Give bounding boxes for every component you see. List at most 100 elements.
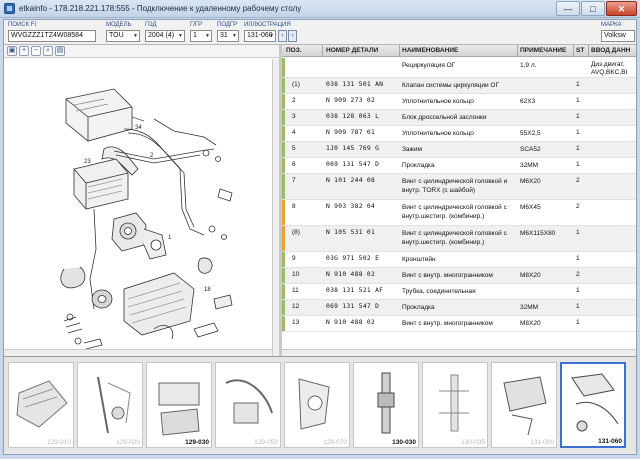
callout-1: 1	[168, 235, 172, 241]
prev-illustration-icon[interactable]: ‹	[278, 30, 287, 42]
table-row[interactable]: 12 069 131 547 D Прокладка 32MM 1	[282, 300, 636, 316]
thumbnail-130-030[interactable]: 130-030	[353, 362, 419, 448]
row-part-number: 038 131 501 AN	[326, 81, 384, 88]
row-st: 2	[576, 271, 580, 278]
group-select[interactable]: 1	[190, 30, 212, 42]
row-name: Уплотнительное кольцо	[402, 130, 474, 137]
thumbnail-129-050[interactable]: 129-050	[215, 362, 281, 448]
thumbnail-131-060[interactable]: 131-060	[560, 362, 626, 448]
illustration-toolbar: ▣ + − ⌕ ▤	[4, 45, 279, 58]
window-title: etkainfo - 178.218.221.178:555 - Подключ…	[19, 4, 302, 13]
zoom-in-icon[interactable]: +	[19, 46, 29, 56]
table-row[interactable]: 6 069 131 547 D Прокладка 32MM 1	[282, 158, 636, 174]
col-extra[interactable]: ВВОД ДАНН	[591, 47, 630, 54]
fit-icon[interactable]: ▣	[7, 46, 17, 56]
minimize-button[interactable]: —	[556, 1, 580, 16]
thumbnail-label: 129-030	[185, 439, 209, 446]
row-st: 1	[576, 161, 580, 168]
row-st: 1	[576, 319, 580, 326]
table-row[interactable]: 13 N 910 488 02 Винт с внутр. многогранник…	[282, 316, 636, 332]
row-pos: 7	[292, 177, 296, 184]
illustration-vertical-scrollbar[interactable]	[272, 59, 279, 356]
row-part-number: 038 128 063 L	[326, 113, 380, 120]
table-row[interactable]: 8 N 903 382 04 Винт с цилиндрической голов…	[282, 200, 636, 226]
thumbnail-label: 129-020	[116, 439, 140, 446]
table-row[interactable]: 3 038 128 063 L Блок дроссельной заслонки 1	[282, 110, 636, 126]
thumbnail-129-020[interactable]: 129-020	[77, 362, 143, 448]
row-note: 32MM	[520, 162, 539, 169]
row-pos: 2	[292, 97, 296, 104]
next-illustration-icon[interactable]: ›	[288, 30, 297, 42]
thumbnail-drawing	[377, 372, 395, 434]
thumbnail-130-035[interactable]: 130-035	[422, 362, 488, 448]
thumbnail-131-000[interactable]: 131-000	[491, 362, 557, 448]
illustration-horizontal-scrollbar[interactable]	[4, 349, 272, 356]
illustration-select[interactable]: 131-060	[244, 30, 276, 42]
filter-bar: ПОИСК FI WVGZZZ1TZ4W08584 МОДЕЛЬ TOU ГОД…	[4, 20, 636, 45]
row-status-marker	[282, 94, 285, 109]
zoom-region-icon[interactable]: ⌕	[43, 46, 53, 56]
table-row[interactable]: Рециркуляция ОГ 1,9 л. Диз.двигат. AVQ,BKC,…	[282, 58, 636, 78]
thumbnail-129-030[interactable]: 129-030	[146, 362, 212, 448]
thumbnail-drawing	[97, 376, 131, 434]
maximize-button[interactable]: □	[581, 1, 605, 16]
row-name: Клапан системы циркуляции ОГ	[402, 82, 499, 89]
table-row[interactable]: 7 N 101 244 08 Винт с цилиндрической голов…	[282, 174, 636, 200]
row-status-marker	[282, 268, 285, 283]
thumbnail-drawing	[439, 374, 469, 432]
col-st[interactable]: ST	[576, 47, 584, 54]
engine-parts-drawing: 34 23 2 1 18	[60, 88, 233, 349]
row-name: Уплотнительное кольцо	[402, 98, 474, 105]
row-name: Трубка, соединительная	[402, 288, 476, 295]
thumbnail-label: 129-050	[254, 439, 278, 446]
row-part-number: 069 131 547 D	[326, 303, 380, 310]
subgroup-select[interactable]: 31	[217, 30, 239, 42]
zoom-out-icon[interactable]: −	[31, 46, 41, 56]
table-row[interactable]: 4 N 909 787 01 Уплотнительное кольцо 55X2,5…	[282, 126, 636, 142]
thumbnail-drawing	[16, 380, 68, 428]
table-row[interactable]: 9 03G 971 502 E Кронштейн 1	[282, 252, 636, 268]
thumbnail-drawing	[225, 379, 273, 424]
row-st: 1	[576, 229, 580, 236]
col-name[interactable]: НАИМЕНОВАНИЕ	[402, 47, 458, 54]
table-row[interactable]: (1) 038 131 501 AN Клапан системы циркуляц…	[282, 78, 636, 94]
brand-label: МАРКА	[601, 22, 622, 28]
table-row[interactable]: 11 038 131 521 AF Трубка, соединительная 1	[282, 284, 636, 300]
row-status-marker	[282, 316, 285, 331]
subgroup-label: ПОДГР	[217, 22, 238, 28]
col-pos[interactable]: ПОЗ.	[286, 47, 302, 54]
col-note[interactable]: ПРИМЕЧАНИЕ	[520, 47, 566, 54]
close-button[interactable]: ✕	[606, 1, 637, 16]
print-icon[interactable]: ▤	[55, 46, 65, 56]
row-name: Кронштейн	[402, 256, 436, 263]
table-row[interactable]: 2 N 909 273 02 Уплотнительное кольцо 62X3 1	[282, 94, 636, 110]
row-part-number: N 903 382 04	[326, 203, 376, 210]
row-note: 32MM	[520, 304, 539, 311]
brand-field[interactable]: Volksw	[601, 30, 635, 42]
table-row[interactable]: 5 1J0 145 769 G Зажим SCA52 1	[282, 142, 636, 158]
parts-horizontal-scrollbar[interactable]	[282, 349, 636, 356]
row-name: Зажим	[402, 146, 422, 153]
app-content: ПОИСК FI WVGZZZ1TZ4W08584 МОДЕЛЬ TOU ГОД…	[3, 19, 637, 455]
thumbnail-129-070[interactable]: 129-070	[284, 362, 350, 448]
exploded-view-illustration[interactable]: 34 23 2 1 18	[4, 59, 279, 349]
thumbnail-drawing	[571, 373, 619, 432]
row-part-number: N 909 787 01	[326, 129, 376, 136]
col-number[interactable]: НОМЕР ДЕТАЛИ	[326, 47, 378, 54]
row-status-marker	[282, 174, 285, 199]
model-select[interactable]: TOU	[106, 30, 140, 42]
table-row[interactable]: 10 N 910 488 02 Винт с внутр. многогранник…	[282, 268, 636, 284]
year-select[interactable]: 2004 (4)	[145, 30, 185, 42]
row-name: Винт с цилиндрической головкой с внутр.ш…	[402, 230, 507, 246]
row-pos: 8	[292, 203, 296, 210]
vin-search-input[interactable]: WVGZZZ1TZ4W08584	[8, 30, 96, 42]
row-part-number: N 909 273 02	[326, 97, 376, 104]
parts-table: ПОЗ. НОМЕР ДЕТАЛИ НАИМЕНОВАНИЕ ПРИМЕЧАНИ…	[282, 45, 636, 349]
thumbnail-129-010[interactable]: 129-010	[8, 362, 74, 448]
model-label: МОДЕЛЬ	[106, 22, 132, 28]
thumbnail-drawing	[298, 378, 330, 430]
table-row[interactable]: (8) N 105 531 01 Винт с цилиндрической гол…	[282, 226, 636, 252]
row-name: Блок дроссельной заслонки	[402, 114, 487, 121]
row-status-marker	[282, 300, 285, 315]
row-status-marker	[282, 252, 285, 267]
